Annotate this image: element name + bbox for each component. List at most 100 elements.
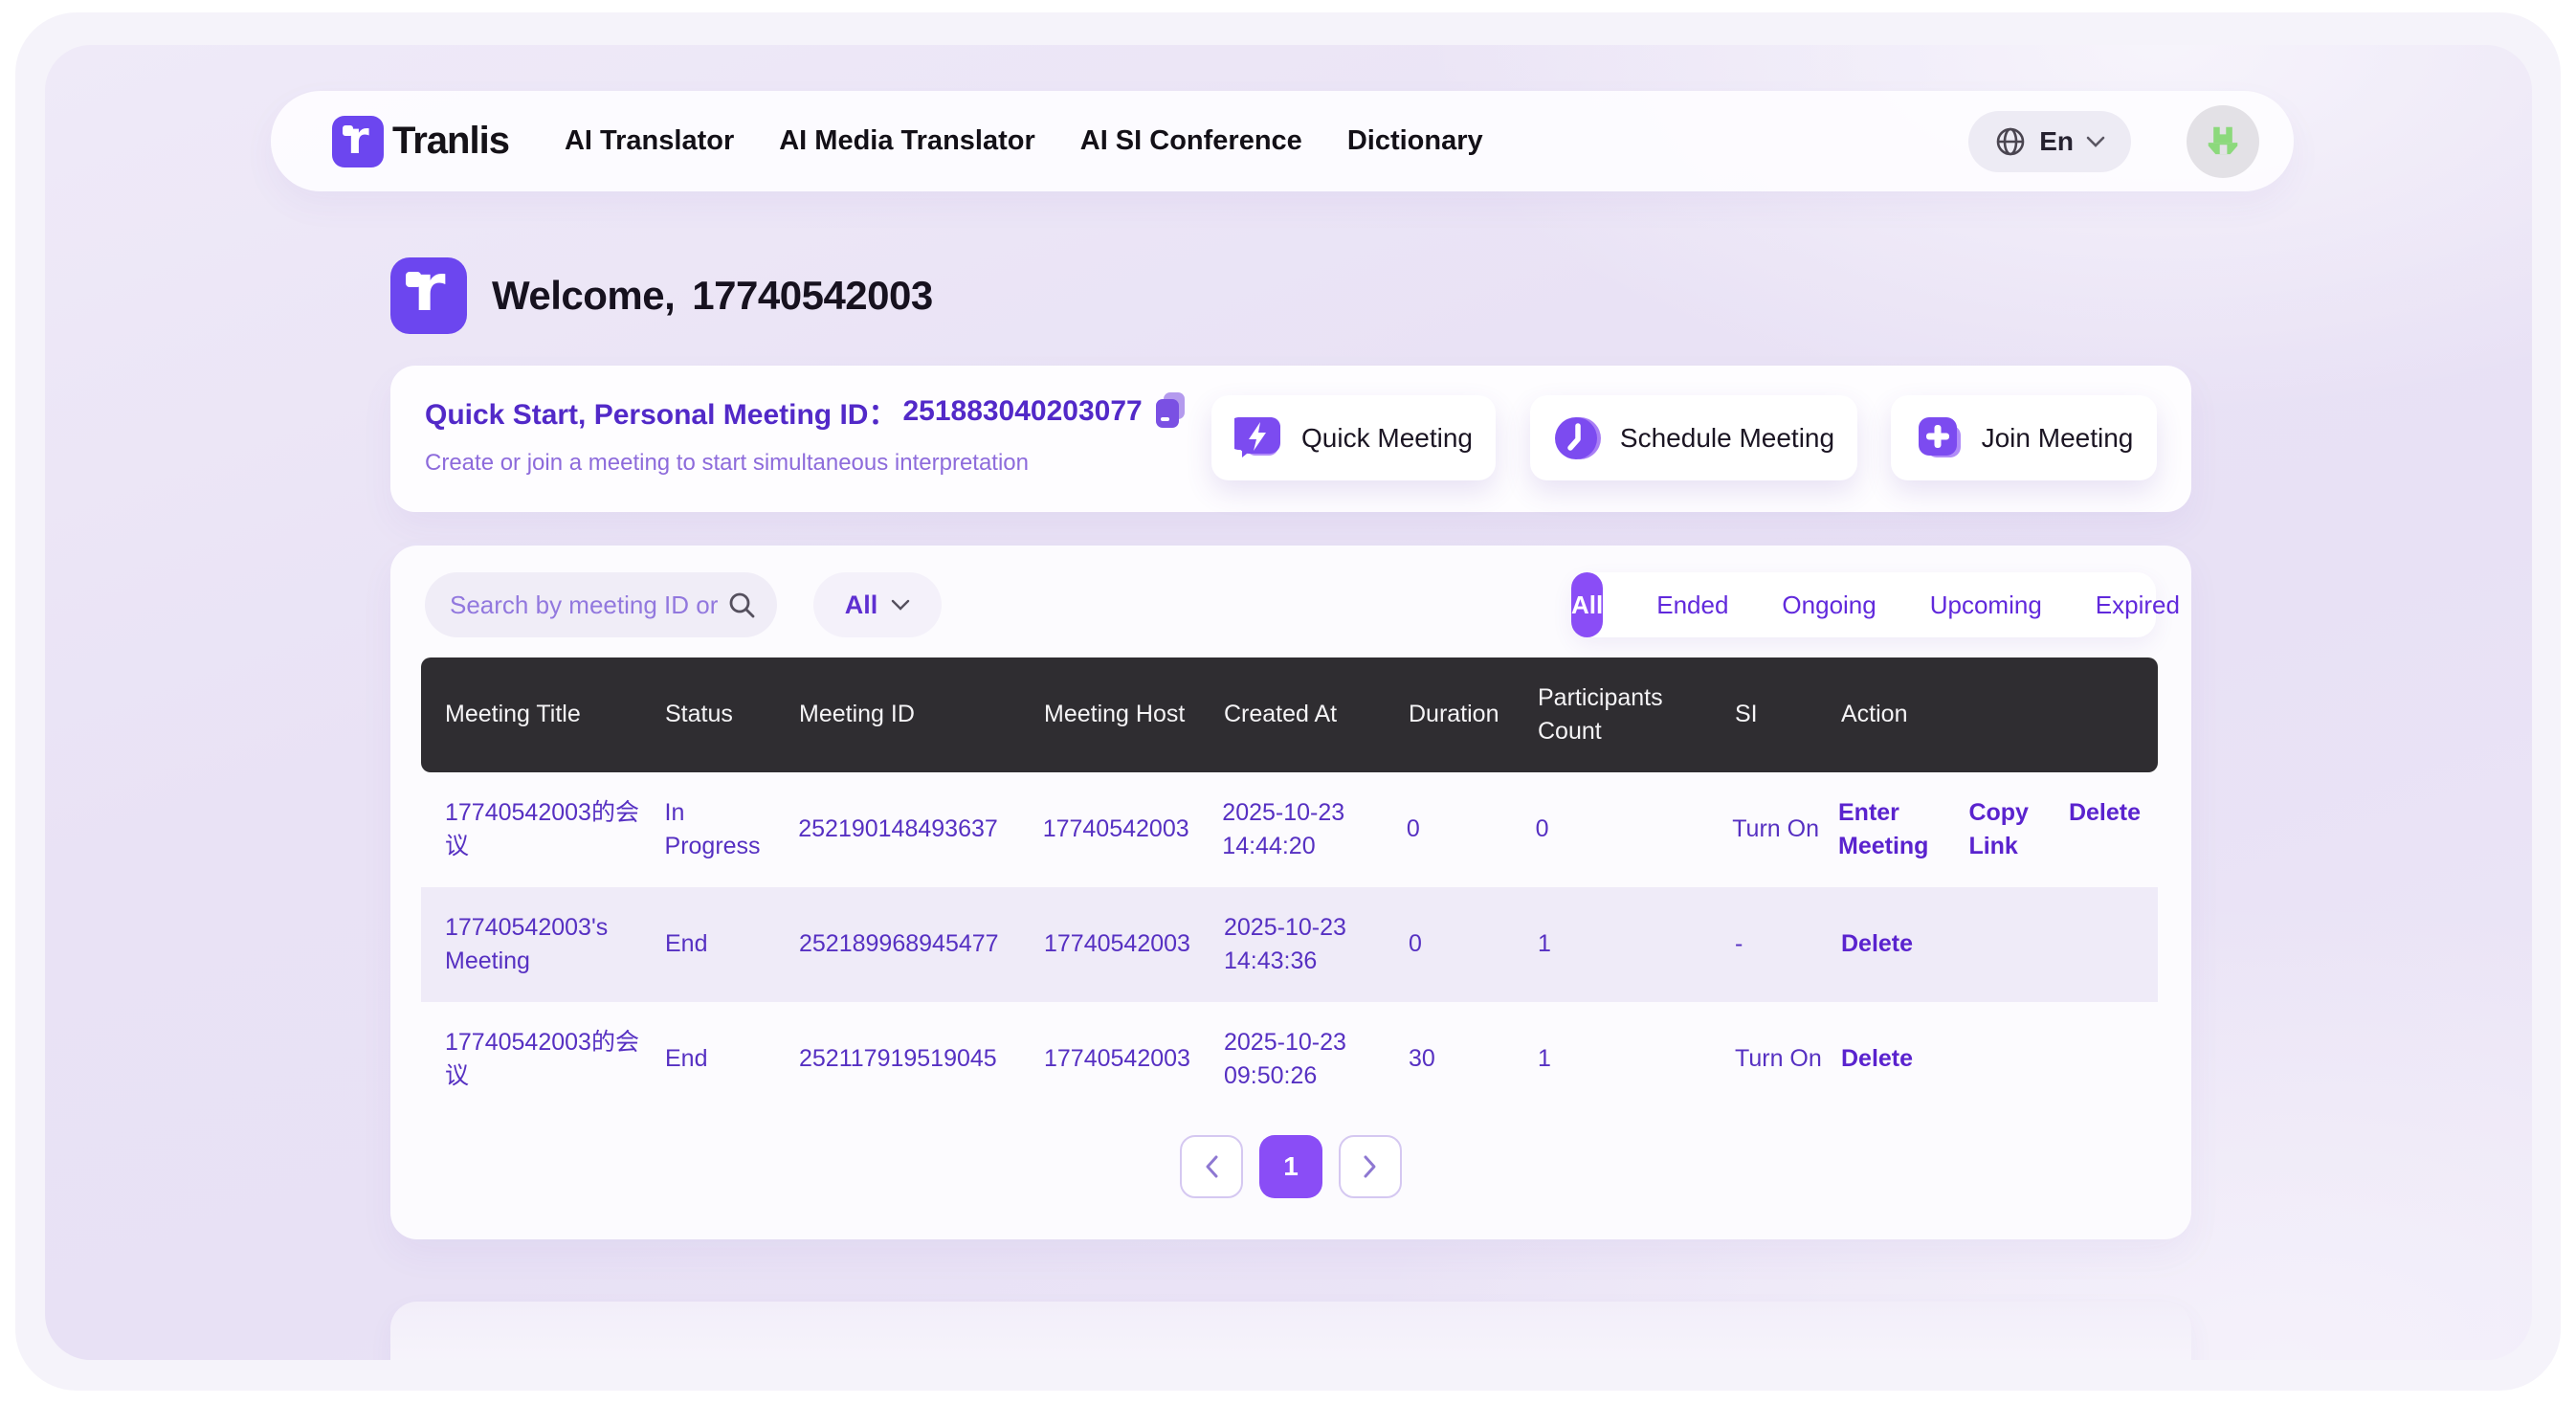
nav-item-ai-media-translator[interactable]: AI Media Translator [779,125,1035,157]
copy-link-link[interactable]: Copy Link [1968,796,2029,864]
language-value: En [2039,126,2074,157]
copy-meeting-id-icon[interactable] [1154,392,1188,431]
chevron-down-icon [2085,135,2106,148]
navbar-right: En [1968,105,2259,178]
schedule-meeting-label: Schedule Meeting [1620,423,1834,454]
join-meeting-label: Join Meeting [1982,423,2134,454]
cell-si: Turn On [1735,1042,1841,1077]
cell-created-at: 2025-10-23 09:50:26 [1224,1026,1409,1094]
cell-actions: Enter Meeting Copy Link Delete [1838,796,2158,864]
schedule-meeting-icon [1553,413,1603,463]
schedule-meeting-button[interactable]: Schedule Meeting [1530,395,1857,480]
meetings-card: All All Ended Ongoing Upcoming Expired M… [390,546,2191,1239]
delete-link[interactable]: Delete [1841,1042,1913,1077]
cell-participants: 1 [1538,1042,1735,1077]
cell-created-at: 2025-10-23 14:44:20 [1222,796,1407,864]
col-participants-count: Participants Count [1538,681,1735,749]
cell-meeting-title: 17740542003的会议 [445,796,665,864]
avatar[interactable] [2187,105,2259,178]
tab-ended[interactable]: Ended [1656,591,1728,620]
tab-upcoming[interactable]: Upcoming [1930,591,2042,620]
cell-meeting-title: 17740542003's Meeting [445,911,665,979]
nav-links: AI Translator AI Media Translator AI SI … [565,125,1483,157]
cell-actions: Delete [1841,1042,2158,1077]
cell-duration: 30 [1409,1042,1538,1077]
brand-name: Tranlis [392,120,509,163]
pagination-prev-button[interactable] [1180,1135,1243,1198]
search-input[interactable] [450,591,725,620]
col-meeting-host: Meeting Host [1044,698,1224,732]
filter-dropdown[interactable]: All [813,572,942,637]
cell-meeting-host: 17740542003 [1044,1042,1224,1077]
navbar: r Tranlis AI Translator AI Media Transla… [271,91,2294,191]
quick-start-title: Quick Start, Personal Meeting ID： 251883… [425,390,1188,433]
pagination-next-button[interactable] [1339,1135,1402,1198]
copy-icon-front [1156,399,1179,428]
page-title: Welcome, 17740542003 [492,273,933,319]
cell-status: End [665,1042,799,1077]
search-box [425,572,777,637]
col-meeting-title: Meeting Title [445,698,665,732]
nav-item-ai-si-conference[interactable]: AI SI Conference [1080,125,1302,157]
cell-participants: 1 [1538,927,1735,962]
delete-link[interactable]: Delete [1841,927,1913,962]
main-container: r Tranlis AI Translator AI Media Transla… [45,45,2532,1360]
chevron-down-icon [891,599,910,612]
tab-all[interactable]: All [1571,572,1603,637]
quick-meeting-button[interactable]: Quick Meeting [1211,395,1496,480]
cell-duration: 0 [1407,813,1536,847]
quick-meeting-icon [1234,413,1284,463]
personal-meeting-id: 251883040203077 [902,395,1142,428]
delete-link[interactable]: Delete [2069,796,2141,831]
logo-r-glyph: r [347,112,369,164]
col-si: SI [1735,698,1841,732]
cell-actions: Delete [1841,927,2158,962]
quick-start-subtitle: Create or join a meeting to start simult… [425,450,1029,477]
table-row: 17740542003's Meeting End 25218996894547… [421,887,2158,1002]
col-duration: Duration [1409,698,1538,732]
quick-start-card: Quick Start, Personal Meeting ID： 251883… [390,366,2191,512]
globe-icon [1993,124,2028,159]
cell-duration: 0 [1409,927,1538,962]
cell-si: Turn On [1732,813,1838,847]
cell-meeting-title: 17740542003的会议 [445,1026,665,1094]
cell-status: In Progress [665,796,799,864]
search-icon[interactable] [725,589,758,621]
table-row: 17740542003的会议 In Progress 2521901484936… [421,772,2158,887]
cell-meeting-id: 252117919519045 [799,1042,1044,1077]
welcome-user-id: 17740542003 [692,273,932,318]
status-filter-tabs: All Ended Ongoing Upcoming Expired [1571,572,2156,637]
col-meeting-id: Meeting ID [799,698,1044,732]
pagination: 1 [390,1135,2191,1198]
brand-logo[interactable]: r Tranlis [332,116,509,167]
enter-meeting-link[interactable]: Enter Meeting [1838,796,1928,864]
language-selector[interactable]: En [1968,111,2131,172]
meetings-table: Meeting Title Status Meeting ID Meeting … [421,657,2158,1117]
col-action: Action [1841,698,2158,732]
col-status: Status [665,698,799,732]
join-meeting-icon [1915,413,1965,463]
table-header-row: Meeting Title Status Meeting ID Meeting … [421,657,2158,772]
cell-meeting-id: 252190148493637 [798,813,1042,847]
join-meeting-button[interactable]: Join Meeting [1891,395,2157,480]
nav-item-ai-translator[interactable]: AI Translator [565,125,734,157]
quick-meeting-label: Quick Meeting [1301,423,1473,454]
tranlis-logo-icon: r [332,116,384,167]
col-created-at: Created At [1224,698,1409,732]
filter-dropdown-value: All [845,591,878,620]
help-center-card: Help Center [390,1302,2191,1360]
cell-meeting-id: 252189968945477 [799,927,1044,962]
welcome-greeting: Welcome, [492,273,675,318]
cell-status: End [665,927,799,962]
cell-meeting-host: 17740542003 [1043,813,1223,847]
quick-start-title-text: Quick Start, Personal Meeting ID： [425,390,897,433]
cell-participants: 0 [1536,813,1733,847]
pagination-page-1[interactable]: 1 [1259,1135,1322,1198]
nav-item-dictionary[interactable]: Dictionary [1347,125,1483,157]
tab-expired[interactable]: Expired [2096,591,2180,620]
cell-si: - [1735,927,1841,962]
tab-ongoing[interactable]: Ongoing [1782,591,1876,620]
welcome-logo-icon: r [390,257,467,334]
cell-meeting-host: 17740542003 [1044,927,1224,962]
logo-r-glyph: r [413,251,446,326]
